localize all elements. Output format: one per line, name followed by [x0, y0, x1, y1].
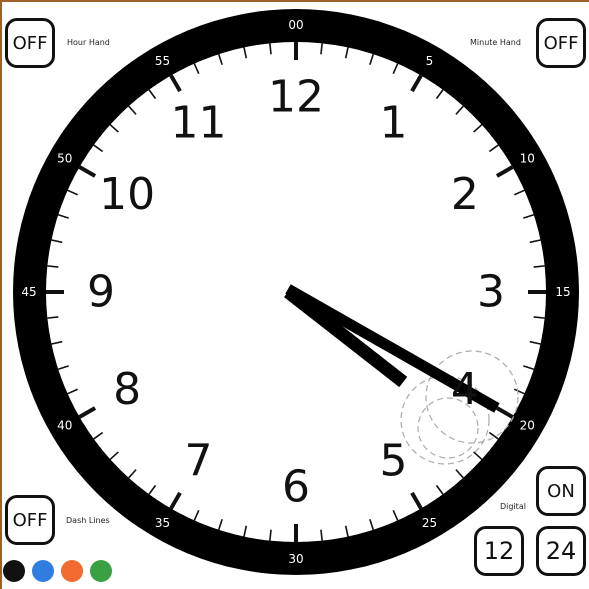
digital-toggle-button[interactable]: ON — [536, 466, 586, 516]
dash-lines-toggle-button[interactable]: OFF — [5, 495, 55, 545]
hour-number-1: 1 — [380, 98, 408, 149]
minute-label-50: 50 — [57, 152, 72, 166]
hour-hand-caption: Hour Hand — [67, 38, 110, 47]
hour-number-11: 11 — [171, 98, 227, 149]
minute-label-20: 20 — [520, 419, 535, 433]
minute-hand-toggle-button[interactable]: OFF — [536, 18, 586, 68]
hour-number-7: 7 — [185, 435, 213, 486]
minute-hand-caption: Minute Hand — [470, 38, 521, 47]
minute-label-25: 25 — [422, 516, 437, 530]
hour-number-12: 12 — [268, 72, 324, 123]
minute-label-40: 40 — [57, 419, 72, 433]
orange-color-swatch[interactable] — [61, 560, 83, 582]
minute-label-55: 55 — [155, 54, 170, 68]
minute-label-5: 5 — [426, 54, 434, 68]
hour-hand-toggle-button[interactable]: OFF — [5, 18, 55, 68]
black-color-swatch[interactable] — [3, 560, 25, 582]
digital-caption: Digital — [500, 502, 526, 511]
twelve-hour-format-button[interactable]: 12 — [474, 526, 524, 576]
green-color-swatch[interactable] — [90, 560, 112, 582]
hour-number-5: 5 — [380, 435, 408, 486]
minute-label-15: 15 — [555, 285, 570, 299]
minute-label-10: 10 — [520, 152, 535, 166]
minute-label-30: 30 — [288, 552, 303, 566]
hour-number-3: 3 — [477, 267, 505, 318]
hour-number-4: 4 — [451, 364, 479, 415]
analog-clock: 121234567891011 00510152025303540455055 — [13, 9, 579, 575]
blue-color-swatch[interactable] — [32, 560, 54, 582]
minute-label-45: 45 — [21, 285, 36, 299]
minute-label-35: 35 — [155, 516, 170, 530]
hour-number-6: 6 — [282, 462, 310, 513]
hour-number-9: 9 — [87, 267, 115, 318]
minute-label-00: 00 — [288, 18, 303, 32]
twentyfour-hour-format-button[interactable]: 24 — [536, 526, 586, 576]
dash-lines-caption: Dash Lines — [66, 516, 110, 525]
hour-number-10: 10 — [99, 169, 155, 220]
hour-number-8: 8 — [113, 364, 141, 415]
hour-number-2: 2 — [451, 169, 479, 220]
